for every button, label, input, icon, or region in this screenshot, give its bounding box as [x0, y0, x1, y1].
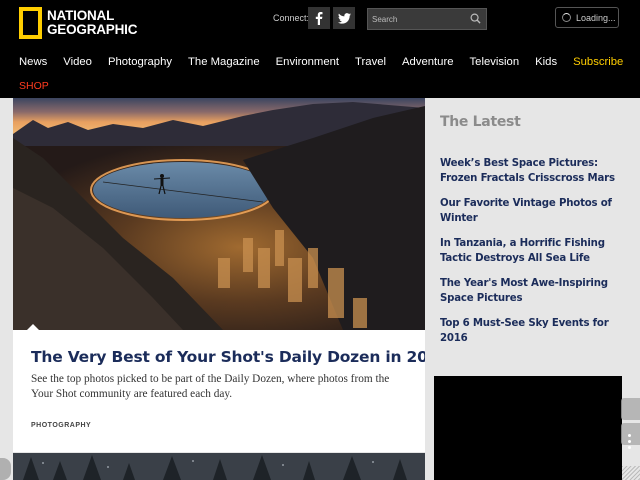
latest-item[interactable]: In Tanzania, a Horrific Fishing Tactic D…: [440, 236, 620, 266]
more-icon[interactable]: [628, 434, 632, 452]
edge-toolbar[interactable]: [621, 398, 640, 468]
logo-line-1: NATIONAL: [47, 8, 115, 23]
hero-title[interactable]: The Very Best of Your Shot's Daily Dozen…: [31, 348, 449, 366]
loading-indicator[interactable]: Loading...: [555, 7, 619, 28]
latest-item[interactable]: Our Favorite Vintage Photos of Winter: [440, 196, 620, 226]
ad-placeholder[interactable]: [434, 376, 622, 480]
latest-heading: The Latest: [440, 114, 521, 130]
yellow-border-icon: [19, 7, 42, 39]
scroll-handle[interactable]: [0, 458, 11, 480]
twitter-icon: [337, 12, 351, 24]
natgeo-logo[interactable]: NATIONAL GEOGRAPHIC: [19, 7, 137, 39]
nav-item-environment[interactable]: Environment: [276, 56, 339, 68]
latest-item[interactable]: The Year's Most Awe-Inspiring Space Pict…: [440, 276, 620, 306]
nav-item-the-magazine[interactable]: The Magazine: [188, 56, 260, 68]
latest-sidebar: The Latest Week’s Best Space Pictures: F…: [425, 98, 640, 480]
nav-item-kids[interactable]: Kids: [535, 56, 557, 68]
nav-item-television[interactable]: Television: [470, 56, 520, 68]
hero-photo-graphic: [13, 98, 425, 330]
logo-line-2: GEOGRAPHIC: [47, 22, 138, 37]
search-icon[interactable]: [470, 13, 481, 24]
latest-item[interactable]: Top 6 Must-See Sky Events for 2016: [440, 316, 620, 346]
nav-item-travel[interactable]: Travel: [355, 56, 386, 68]
nav-item-video[interactable]: Video: [63, 56, 92, 68]
twitter-button[interactable]: [333, 7, 355, 29]
latest-item[interactable]: Week’s Best Space Pictures: Frozen Fract…: [440, 156, 620, 186]
facebook-button[interactable]: [308, 7, 330, 29]
connect-label: Connect:: [273, 13, 310, 23]
edge-tab[interactable]: [621, 398, 640, 420]
hero-category-tag[interactable]: PHOTOGRAPHY: [31, 422, 91, 429]
nav-item-news[interactable]: News: [19, 56, 47, 68]
resize-grip-icon[interactable]: [622, 466, 640, 480]
nav-item-subscribe[interactable]: Subscribe: [573, 56, 623, 68]
search-box[interactable]: [367, 8, 487, 30]
site-header: NATIONAL GEOGRAPHIC Connect: Loading... …: [0, 0, 640, 98]
next-story-photo-graphic: [13, 453, 425, 480]
nav-item-shop[interactable]: SHOP: [19, 80, 49, 92]
hero-card[interactable]: The Very Best of Your Shot's Daily Dozen…: [13, 330, 449, 452]
search-input[interactable]: [372, 12, 468, 27]
nav-item-adventure[interactable]: Adventure: [402, 56, 454, 68]
hero-description: See the top photos picked to be part of …: [31, 373, 390, 400]
next-story-photo[interactable]: [13, 453, 425, 480]
latest-list: Week’s Best Space Pictures: Frozen Fract…: [440, 156, 620, 356]
facebook-icon: [315, 11, 323, 25]
hero-photo[interactable]: [13, 98, 425, 330]
loading-label: Loading...: [576, 12, 616, 23]
logo-wordmark: NATIONAL GEOGRAPHIC: [47, 9, 137, 37]
spinner-icon: [562, 13, 571, 22]
nav-item-photography[interactable]: Photography: [108, 56, 172, 68]
main-nav: News Video Photography The Magazine Envi…: [19, 56, 639, 68]
